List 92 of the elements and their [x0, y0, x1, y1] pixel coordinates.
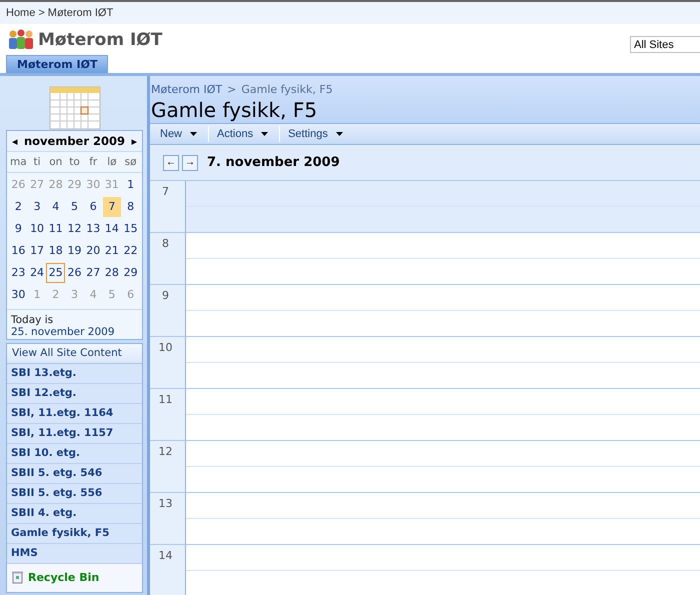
hour-label: 13 [158, 497, 172, 510]
day-title: 7. november 2009 [207, 155, 340, 170]
calendar-icon [48, 86, 100, 130]
calendar-day[interactable]: 2 [9, 197, 28, 217]
quick-launch-item[interactable]: SBI 12.etg. [7, 384, 142, 404]
weekday-label: ti [32, 156, 42, 168]
quick-launch-item[interactable]: SBI, 11.etg. 1164 [7, 404, 142, 424]
calendar-day[interactable]: 17 [28, 241, 46, 261]
weekday-label: ma [9, 156, 28, 168]
quick-launch-item[interactable]: SBII 5. etg. 556 [7, 484, 142, 504]
calendar-day[interactable]: 14 [102, 219, 122, 239]
caret-icon [190, 132, 198, 136]
hour-label: 12 [158, 445, 172, 458]
hour-slot[interactable]: 14 [150, 545, 700, 595]
breadcrumb-separator: > [227, 83, 236, 96]
quick-launch-item[interactable]: SBII 5. etg. 546 [7, 464, 142, 484]
weekday-label: fr [88, 156, 98, 168]
today-label: Today is [11, 314, 54, 326]
calendar-day[interactable]: 8 [121, 197, 140, 217]
breadcrumb-link[interactable]: Møterom IØT [151, 83, 222, 96]
page-title: Gamle fysikk, F5 [151, 98, 318, 122]
calendar-day[interactable]: 3 [28, 197, 46, 217]
calendar-day[interactable]: 10 [28, 219, 46, 239]
view-all-site-content-link[interactable]: View All Site Content [7, 344, 142, 364]
calendar-day[interactable]: 28 [102, 263, 122, 283]
previous-month-button[interactable]: ◂ [12, 134, 18, 148]
toolbar-menu-button[interactable]: Actions [213, 128, 276, 140]
weekday-label: on [48, 156, 64, 168]
calendar-day[interactable]: 24 [28, 263, 46, 283]
toolbar-menu-button[interactable]: New [156, 128, 204, 140]
calendar-day[interactable]: 18 [46, 241, 66, 261]
hour-slot[interactable]: 10 [150, 337, 700, 389]
weekday-label: to [68, 156, 81, 168]
nav-tab[interactable]: Møterom IØT [6, 55, 108, 73]
recycle-bin-icon [12, 571, 23, 584]
hour-slot[interactable]: 7 [150, 181, 700, 233]
next-month-button[interactable]: ▸ [131, 134, 137, 148]
next-day-button[interactable]: → [182, 154, 198, 171]
hour-slot[interactable]: 9 [150, 285, 700, 337]
calendar-day[interactable]: 26 [65, 263, 84, 283]
today-date[interactable]: 25. november 2009 [11, 326, 138, 338]
breadcrumb-separator: > [38, 7, 45, 19]
toolbar-menu-button[interactable]: Settings [284, 128, 350, 140]
hour-label: 11 [158, 393, 172, 406]
breadcrumb-link[interactable]: Home [6, 7, 36, 19]
calendar-day[interactable]: 11 [46, 219, 66, 239]
hour-slot[interactable]: 8 [150, 233, 700, 285]
people-icon [8, 28, 34, 50]
calendar-day[interactable]: 20 [84, 241, 103, 261]
calendar-day[interactable]: 25 [46, 263, 66, 283]
recycle-bin-link[interactable]: Recycle Bin [28, 571, 100, 584]
weekday-label: lø [106, 156, 118, 168]
breadcrumb-link[interactable]: Gamle fysikk, F5 [241, 83, 333, 96]
calendar-day[interactable]: 5 [65, 197, 84, 217]
calendar-day[interactable]: 9 [9, 219, 28, 239]
calendar-day[interactable]: 16 [9, 241, 28, 261]
calendar-day[interactable]: 27 [84, 263, 103, 283]
calendar-day[interactable]: 1 [121, 175, 140, 195]
hour-slot[interactable]: 11 [150, 389, 700, 441]
site-title[interactable]: Møterom IØT [38, 30, 162, 50]
hour-slot[interactable]: 13 [150, 493, 700, 545]
month-title: november 2009 [24, 134, 126, 148]
calendar-day[interactable]: 29 [121, 263, 140, 283]
quick-launch-item[interactable]: SBI, 11.etg. 1157 [7, 424, 142, 444]
calendar-day[interactable]: 4 [46, 197, 66, 217]
weekday-label: sø [124, 156, 138, 168]
hour-label: 7 [162, 185, 169, 198]
calendar-day[interactable]: 21 [102, 241, 122, 261]
quick-launch-item[interactable]: SBII 4. etg. [7, 504, 142, 524]
hour-label: 8 [162, 237, 169, 250]
calendar-day[interactable]: 7 [102, 197, 122, 217]
quick-launch-item[interactable]: SBI 10. etg. [7, 444, 142, 464]
hour-slot[interactable]: 12 [150, 441, 700, 493]
quick-launch-item[interactable]: HMS [7, 544, 142, 564]
breadcrumb-link[interactable]: Møterom IØT [48, 7, 114, 19]
caret-icon [336, 132, 343, 136]
quick-launch-item[interactable]: SBI 13.etg. [7, 364, 142, 384]
caret-icon [261, 132, 268, 136]
search-scope-dropdown[interactable]: All Sites [630, 36, 700, 53]
calendar-day[interactable]: 23 [9, 263, 28, 283]
previous-day-button[interactable]: ← [163, 154, 179, 171]
calendar-day[interactable]: 22 [121, 241, 140, 261]
calendar-day[interactable]: 19 [65, 241, 84, 261]
calendar-day[interactable]: 12 [65, 219, 84, 239]
hour-label: 9 [162, 289, 169, 302]
quick-launch-item[interactable]: Gamle fysikk, F5 [7, 524, 142, 544]
calendar-day[interactable]: 13 [84, 219, 103, 239]
calendar-day[interactable]: 30 [9, 285, 28, 305]
calendar-day[interactable]: 6 [84, 197, 103, 217]
hour-label: 10 [158, 341, 172, 354]
calendar-day[interactable]: 15 [121, 219, 140, 239]
hour-label: 14 [158, 549, 172, 562]
